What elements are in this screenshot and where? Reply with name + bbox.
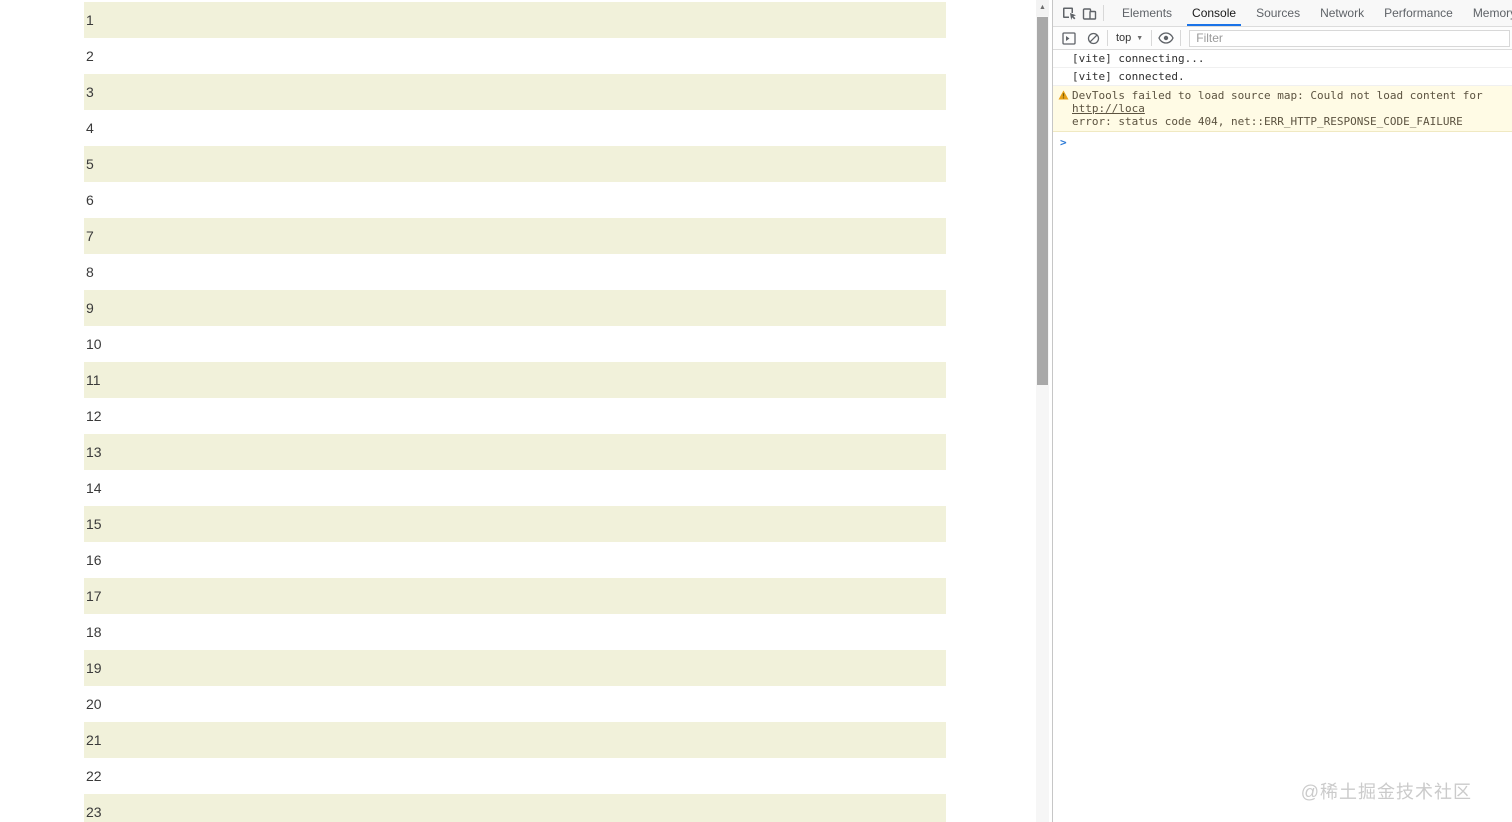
console-log-message: [vite] connecting... bbox=[1053, 50, 1512, 68]
execution-context-dropdown[interactable]: top ▼ bbox=[1112, 32, 1147, 44]
list-item: 16 bbox=[84, 542, 946, 578]
list-item: 22 bbox=[84, 758, 946, 794]
list-item: 11 bbox=[84, 362, 946, 398]
list-item: 13 bbox=[84, 434, 946, 470]
list-item: 9 bbox=[84, 290, 946, 326]
divider bbox=[1151, 30, 1153, 46]
devtools-tab[interactable]: Memory bbox=[1463, 0, 1512, 26]
list-item: 3 bbox=[84, 74, 946, 110]
list-item: 17 bbox=[84, 578, 946, 614]
scroll-up-arrow-icon[interactable]: ▲ bbox=[1036, 0, 1049, 16]
clear-console-icon[interactable] bbox=[1083, 28, 1103, 48]
console-warning-message: DevTools failed to load source map: Coul… bbox=[1053, 86, 1512, 132]
warning-text: DevTools failed to load source map: Coul… bbox=[1072, 89, 1483, 102]
list-item: 10 bbox=[84, 326, 946, 362]
context-label: top bbox=[1116, 32, 1132, 44]
list-item: 8 bbox=[84, 254, 946, 290]
console-filter-input[interactable] bbox=[1189, 29, 1510, 47]
console-prompt[interactable]: > bbox=[1053, 132, 1512, 153]
console-prompt-chevron: > bbox=[1060, 136, 1067, 149]
numbered-row-list: 1 2 3 4 5 6 7 8 9 10 11 12 13 14 15 16 17 18 19 20 21 22 23 bbox=[84, 2, 946, 822]
list-item: 2 bbox=[84, 38, 946, 74]
list-item: 1 bbox=[84, 2, 946, 38]
list-item: 12 bbox=[84, 398, 946, 434]
list-item: 6 bbox=[84, 182, 946, 218]
list-item: 5 bbox=[84, 146, 946, 182]
list-item: 21 bbox=[84, 722, 946, 758]
console-log-message: [vite] connected. bbox=[1053, 68, 1512, 86]
divider bbox=[1107, 30, 1108, 46]
warning-text-line2: error: status code 404, net::ERR_HTTP_RE… bbox=[1072, 115, 1463, 128]
console-output: [vite] connecting... [vite] connected. D… bbox=[1053, 50, 1512, 153]
devtools-tab[interactable]: Elements bbox=[1112, 0, 1182, 26]
device-toolbar-icon[interactable] bbox=[1079, 3, 1099, 23]
list-item: 15 bbox=[84, 506, 946, 542]
source-map-link[interactable]: http://loca bbox=[1072, 102, 1145, 115]
devtools-tabs: Elements Console Sources Network Performance… bbox=[1112, 0, 1512, 26]
devtools-tabbar: Elements Console Sources Network Performance… bbox=[1053, 0, 1512, 27]
warning-icon bbox=[1058, 90, 1069, 103]
scrollbar-thumb[interactable] bbox=[1037, 17, 1048, 385]
devtools-panel: Elements Console Sources Network Performance… bbox=[1052, 0, 1512, 822]
log-text: [vite] connected. bbox=[1072, 70, 1185, 83]
log-text: [vite] connecting... bbox=[1072, 52, 1205, 65]
console-sidebar-icon[interactable] bbox=[1059, 28, 1079, 48]
list-item: 19 bbox=[84, 650, 946, 686]
eye-icon[interactable] bbox=[1156, 28, 1176, 48]
page-scrollbar[interactable]: ▲ bbox=[1036, 0, 1049, 822]
devtools-tab[interactable]: Console bbox=[1182, 0, 1246, 26]
list-item: 18 bbox=[84, 614, 946, 650]
watermark-text: @稀土掘金技术社区 bbox=[1300, 782, 1472, 802]
console-toolbar: top ▼ bbox=[1053, 27, 1512, 50]
list-item: 7 bbox=[84, 218, 946, 254]
list-item: 20 bbox=[84, 686, 946, 722]
devtools-tab[interactable]: Sources bbox=[1246, 0, 1310, 26]
chevron-down-icon: ▼ bbox=[1136, 34, 1144, 42]
list-item: 4 bbox=[84, 110, 946, 146]
inspect-element-icon[interactable] bbox=[1059, 3, 1079, 23]
divider bbox=[1180, 30, 1182, 46]
devtools-tab[interactable]: Performance bbox=[1374, 0, 1463, 26]
list-item: 14 bbox=[84, 470, 946, 506]
devtools-tab[interactable]: Network bbox=[1310, 0, 1374, 26]
list-item: 23 bbox=[84, 794, 946, 822]
divider bbox=[1103, 5, 1104, 21]
